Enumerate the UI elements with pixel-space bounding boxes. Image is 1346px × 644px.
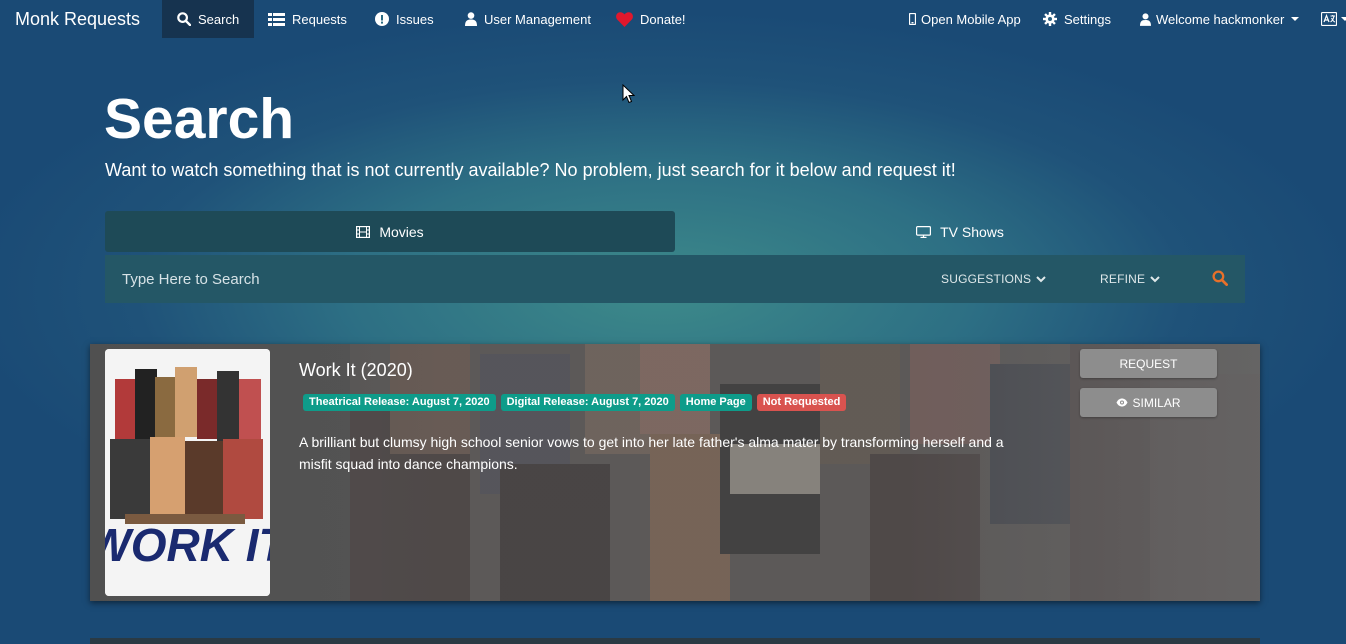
navbar: Monk Requests Search Requests Issues Use… bbox=[0, 0, 1346, 38]
nav-issues-label: Issues bbox=[396, 11, 434, 27]
tab-tv-shows[interactable]: TV Shows bbox=[675, 211, 1245, 252]
page-subtitle: Want to watch something that is not curr… bbox=[105, 160, 956, 180]
heart-icon bbox=[616, 11, 633, 27]
request-button-label: REQUEST bbox=[1119, 356, 1178, 371]
search-icon bbox=[177, 12, 191, 26]
nav-requests-label: Requests bbox=[292, 11, 347, 27]
next-result-card bbox=[90, 638, 1260, 644]
chevron-down-icon bbox=[1150, 275, 1160, 282]
similar-button[interactable]: SIMILAR bbox=[1080, 388, 1217, 417]
refine-button[interactable]: REFINE bbox=[1100, 255, 1160, 303]
nav-open-mobile-app[interactable]: Open Mobile App bbox=[909, 0, 1021, 38]
nav-user-management-label: User Management bbox=[484, 11, 591, 27]
nav-user-management[interactable]: User Management bbox=[465, 0, 591, 38]
search-input[interactable] bbox=[105, 255, 905, 303]
refine-label: REFINE bbox=[1100, 272, 1146, 286]
poster-title-text: WORK IT bbox=[105, 519, 270, 571]
tv-icon bbox=[916, 225, 932, 238]
mouse-cursor-icon bbox=[622, 84, 635, 104]
nav-open-mobile-app-label: Open Mobile App bbox=[921, 11, 1021, 27]
film-icon bbox=[356, 225, 371, 238]
poster-image: WORK IT bbox=[105, 349, 270, 596]
page-title: Search bbox=[104, 87, 295, 151]
user-icon bbox=[465, 12, 477, 26]
exclamation-circle-icon bbox=[375, 12, 389, 26]
gear-icon bbox=[1043, 12, 1057, 26]
nav-search-label: Search bbox=[198, 11, 240, 27]
digital-release-badge: Digital Release: August 7, 2020 bbox=[500, 394, 675, 411]
request-button[interactable]: REQUEST bbox=[1080, 349, 1217, 378]
mobile-icon bbox=[909, 13, 916, 25]
eye-icon bbox=[1116, 398, 1128, 407]
tab-movies[interactable]: Movies bbox=[105, 211, 675, 252]
nav-donate-label: Donate! bbox=[640, 11, 686, 27]
movie-poster[interactable]: WORK IT bbox=[105, 349, 270, 596]
nav-settings-label: Settings bbox=[1064, 11, 1111, 27]
nav-user-dropdown[interactable]: Welcome hackmonker bbox=[1140, 0, 1300, 38]
nav-settings[interactable]: Settings bbox=[1043, 0, 1111, 38]
tab-movies-label: Movies bbox=[379, 223, 424, 240]
nav-requests[interactable]: Requests bbox=[268, 0, 347, 38]
status-badge: Not Requested bbox=[756, 394, 847, 411]
suggestions-label: SUGGESTIONS bbox=[941, 272, 1032, 286]
nav-language[interactable] bbox=[1321, 0, 1346, 38]
movie-overview: A brilliant but clumsy high school senio… bbox=[299, 434, 1004, 472]
language-icon bbox=[1321, 12, 1337, 26]
list-icon bbox=[268, 12, 285, 26]
theatrical-release-badge: Theatrical Release: August 7, 2020 bbox=[303, 394, 496, 411]
nav-issues[interactable]: Issues bbox=[375, 0, 434, 38]
home-page-badge[interactable]: Home Page bbox=[679, 394, 752, 411]
search-bar: SUGGESTIONS REFINE bbox=[105, 255, 1245, 303]
tab-tv-shows-label: TV Shows bbox=[940, 223, 1004, 240]
brand-logo[interactable]: Monk Requests bbox=[15, 9, 140, 30]
suggestions-button[interactable]: SUGGESTIONS bbox=[941, 255, 1046, 303]
user-icon bbox=[1140, 12, 1151, 26]
badge-list: Theatrical Release: August 7, 2020 Digit… bbox=[303, 394, 847, 411]
movie-title[interactable]: Work It (2020) bbox=[299, 360, 413, 381]
chevron-down-icon bbox=[1291, 17, 1300, 21]
chevron-down-icon bbox=[1036, 275, 1046, 282]
nav-search[interactable]: Search bbox=[162, 0, 254, 38]
nav-user-label: Welcome hackmonker bbox=[1156, 11, 1285, 27]
nav-donate[interactable]: Donate! bbox=[616, 0, 686, 38]
similar-button-label: SIMILAR bbox=[1132, 395, 1181, 410]
search-icon[interactable] bbox=[1212, 270, 1228, 286]
result-card: WORK IT Work It (2020) Theatrical Releas… bbox=[90, 344, 1260, 601]
chevron-down-icon bbox=[1341, 17, 1346, 21]
